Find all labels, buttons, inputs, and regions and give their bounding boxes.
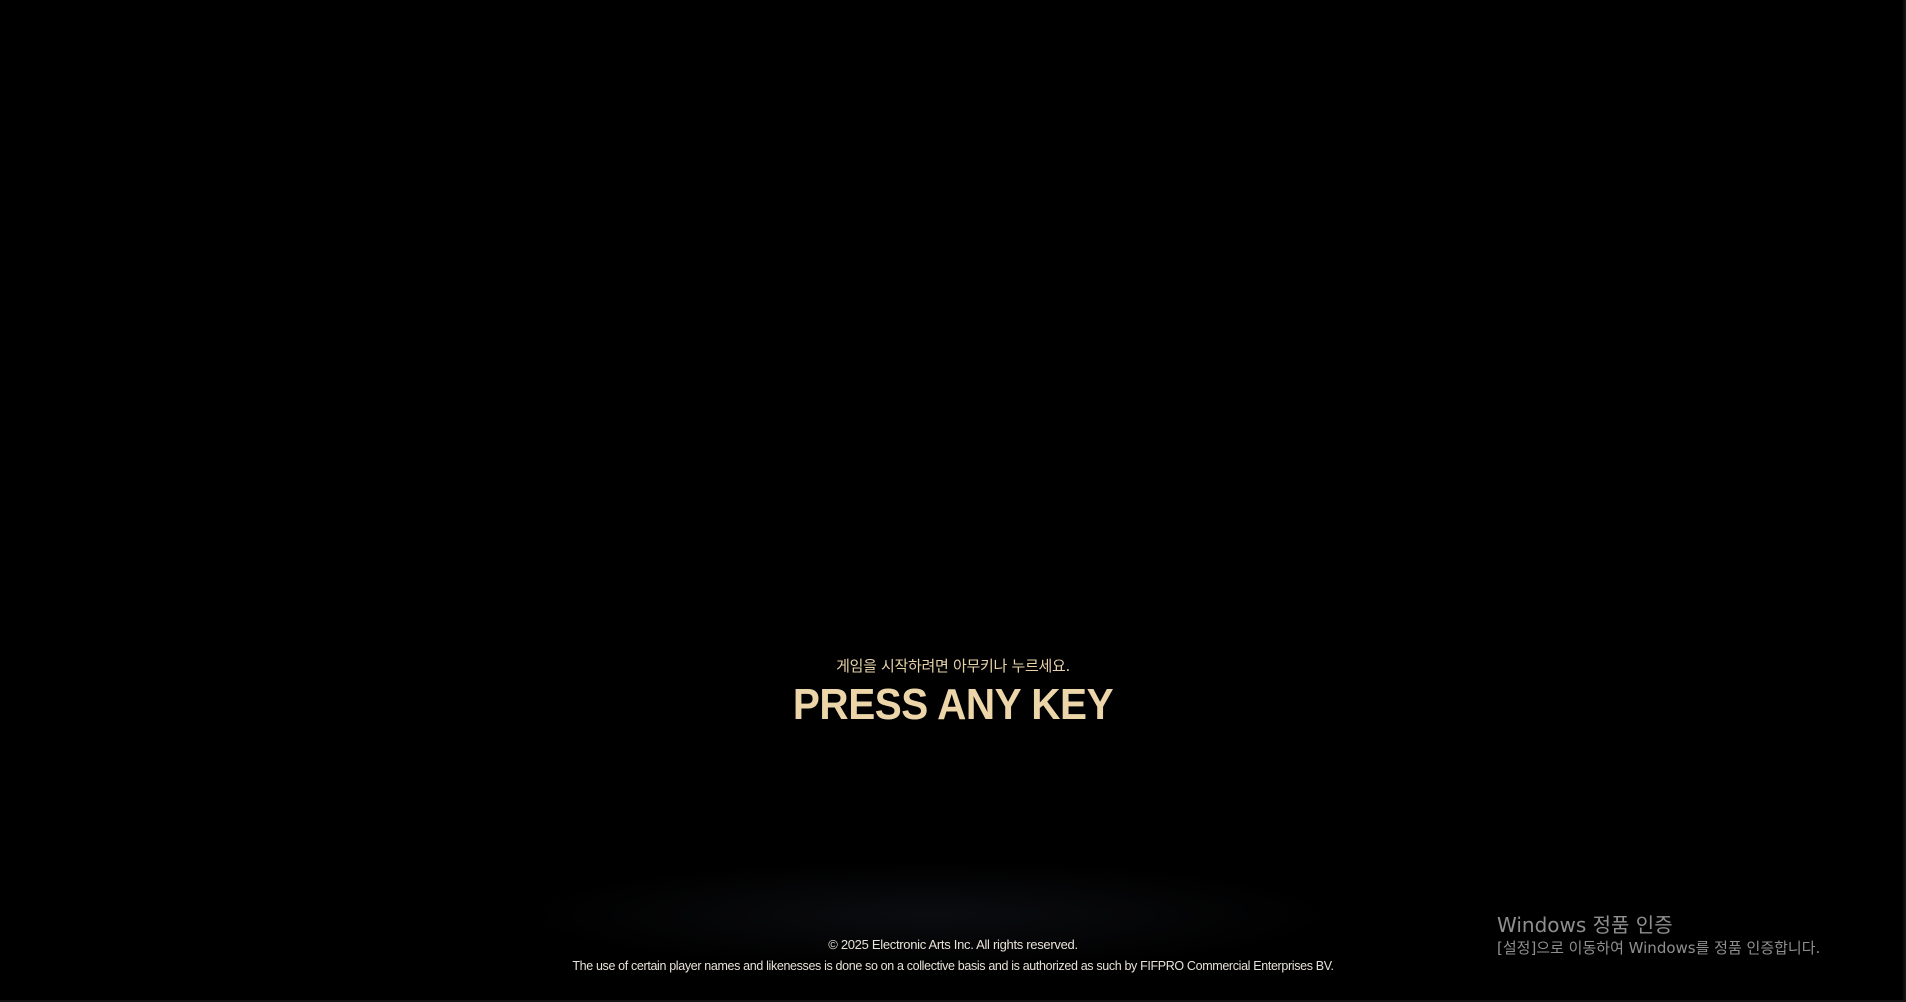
start-prompt-hint: 게임을 시작하려면 아무키나 누르세요. [836,657,1070,675]
activation-message: [설정]으로 이동하여 Windows를 정품 인증합니다. [1497,939,1821,957]
screen-edge-right [1902,0,1906,1002]
fifpro-notice-text: The use of certain player names and like… [572,959,1334,973]
activation-title: Windows 정품 인증 [1497,913,1673,937]
game-title-screen[interactable]: 게임을 시작하려면 아무키나 누르세요. PRESS ANY KEY © 202… [0,0,1906,1002]
press-any-key-label[interactable]: PRESS ANY KEY [76,680,1830,730]
windows-activation-watermark: Windows 정품 인증 [설정]으로 이동하여 Windows를 정품 인증… [1497,912,1820,958]
start-prompt[interactable]: 게임을 시작하려면 아무키나 누르세요. PRESS ANY KEY [0,656,1906,730]
